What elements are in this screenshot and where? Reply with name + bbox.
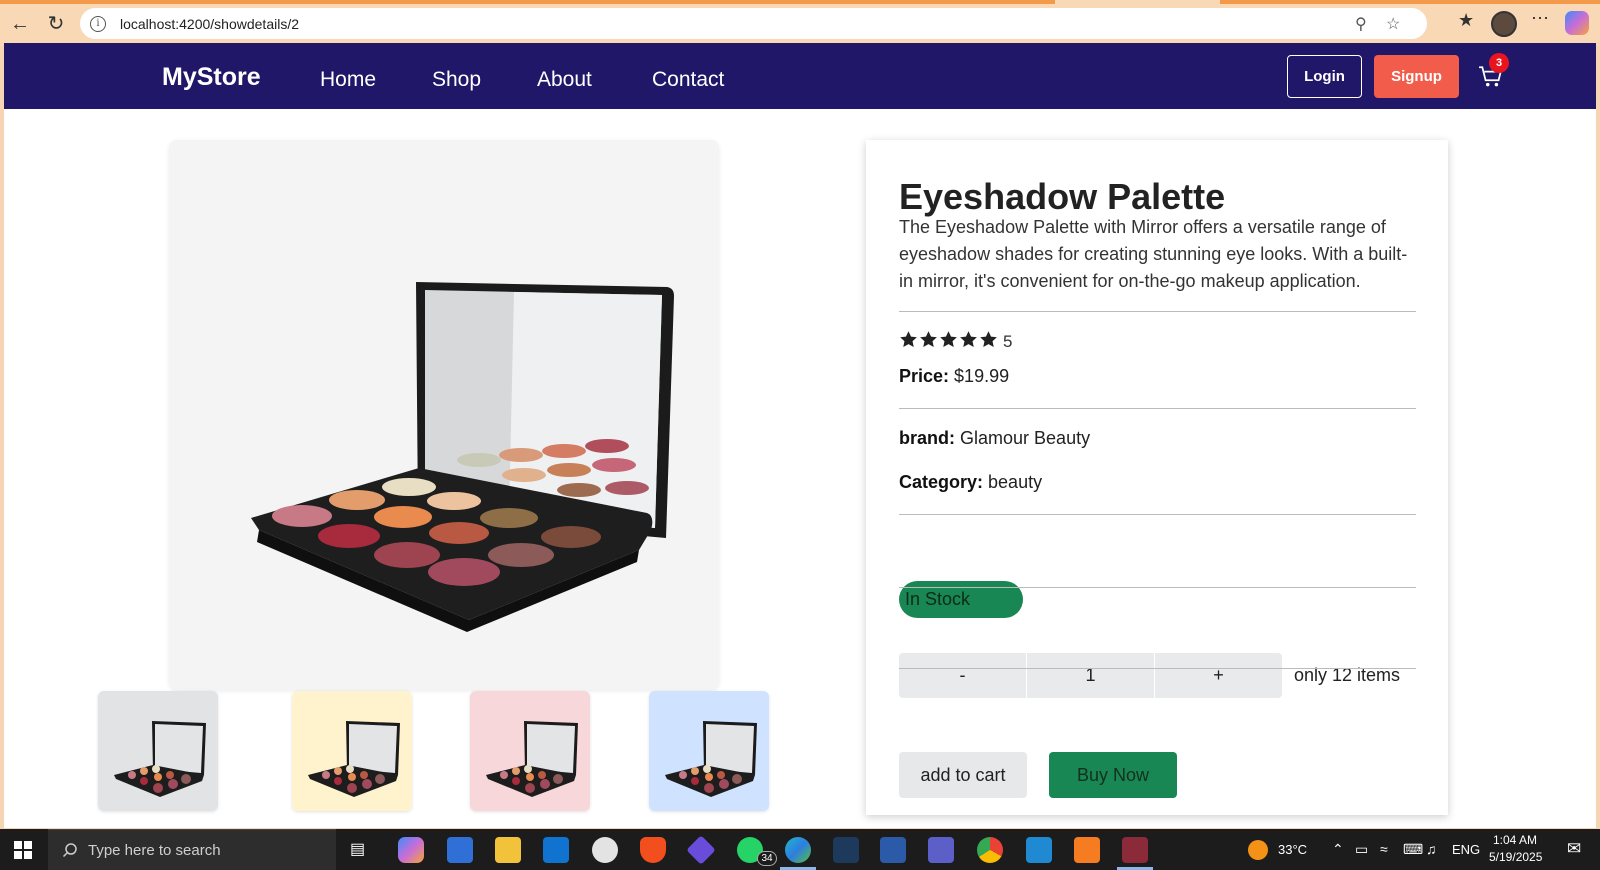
- language-indicator[interactable]: ENG: [1452, 842, 1480, 857]
- sql-server-icon[interactable]: [833, 837, 859, 863]
- thumbnail-4[interactable]: [649, 691, 769, 811]
- star-icon: [900, 331, 917, 348]
- eyeshadow-palette-illustration: [251, 282, 674, 632]
- chrome-icon[interactable]: [977, 837, 1003, 863]
- brave-browser-icon[interactable]: [640, 837, 666, 863]
- word-icon[interactable]: [880, 837, 906, 863]
- whatsapp-unread-badge: 34: [757, 851, 777, 866]
- product-title: Eyeshadow Palette: [899, 176, 1226, 217]
- clock-date[interactable]: 5/19/2025: [1489, 850, 1542, 864]
- cart-count-badge: 3: [1489, 53, 1509, 73]
- more-icon[interactable]: ⋯: [1531, 8, 1549, 29]
- nav-link-home[interactable]: Home: [320, 68, 376, 92]
- address-bar[interactable]: i localhost:4200/showdetails/2 ⚲ ☆: [80, 8, 1427, 39]
- category-row: Category: beauty: [899, 472, 1042, 493]
- favorite-star-icon[interactable]: ☆: [1386, 14, 1400, 34]
- winrar-icon[interactable]: [1122, 837, 1148, 863]
- product-main-image: [169, 140, 719, 690]
- quantity-decrease-button[interactable]: -: [899, 653, 1026, 698]
- copilot-app-icon[interactable]: [398, 837, 424, 863]
- quantity-increase-button[interactable]: +: [1155, 653, 1282, 698]
- buy-now-button[interactable]: Buy Now: [1049, 752, 1177, 798]
- thumbnail-palette-image: [649, 691, 769, 811]
- product-details-card: Eyeshadow Palette The Eyeshadow Palette …: [866, 140, 1448, 815]
- meet-now-icon[interactable]: ▭: [1355, 841, 1368, 858]
- tab-strip-indicator: [0, 0, 1055, 4]
- profile-avatar[interactable]: [1491, 11, 1517, 37]
- price-row: Price: $19.99: [899, 366, 1009, 387]
- login-button[interactable]: Login: [1287, 55, 1362, 98]
- brand-label: brand:: [899, 428, 955, 448]
- task-view-icon[interactable]: ▤: [350, 839, 365, 859]
- favorites-icon[interactable]: ★: [1458, 10, 1474, 31]
- xampp-icon[interactable]: [1074, 837, 1100, 863]
- star-icon: [980, 331, 997, 348]
- thumbnail-3[interactable]: [470, 691, 590, 811]
- weather-temperature[interactable]: 33°C: [1278, 842, 1307, 857]
- price-value: $19.99: [954, 366, 1010, 386]
- divider: [899, 408, 1416, 409]
- back-icon[interactable]: ←: [8, 12, 32, 36]
- tab-strip-indicator: [1220, 0, 1600, 4]
- windows-start-icon[interactable]: [14, 841, 32, 859]
- clock-time[interactable]: 1:04 AM: [1493, 833, 1537, 847]
- search-placeholder: Type here to search: [88, 841, 221, 859]
- file-explorer-icon[interactable]: [495, 837, 521, 863]
- brand-row: brand: Glamour Beauty: [899, 428, 1090, 449]
- rating-stars: [899, 330, 999, 354]
- quantity-input[interactable]: 1: [1027, 653, 1154, 698]
- vscode-icon[interactable]: [1026, 837, 1052, 863]
- signup-button[interactable]: Signup: [1374, 55, 1459, 98]
- thumbnail-palette-image: [98, 691, 218, 811]
- thumbnail-1[interactable]: [98, 691, 218, 811]
- divider: [899, 514, 1416, 515]
- nav-link-contact[interactable]: Contact: [652, 68, 724, 92]
- edge-browser-icon[interactable]: [785, 837, 811, 863]
- browser-toolbar: ← ↻ i localhost:4200/showdetails/2 ⚲ ☆ ★…: [0, 0, 1600, 46]
- add-to-cart-button[interactable]: add to cart: [899, 752, 1027, 798]
- star-icon: [920, 331, 937, 348]
- thumbnail-2[interactable]: [292, 691, 412, 811]
- rating: 5: [899, 330, 1012, 354]
- nav-link-shop[interactable]: Shop: [432, 68, 481, 92]
- star-icon: [940, 331, 957, 348]
- teams-icon[interactable]: [928, 837, 954, 863]
- divider: [899, 587, 1416, 588]
- weather-sun-icon[interactable]: [1248, 840, 1268, 860]
- notifications-icon[interactable]: ✉: [1567, 839, 1581, 859]
- nav-link-about[interactable]: About: [537, 68, 592, 92]
- volume-icon[interactable]: ♫: [1426, 841, 1437, 857]
- category-value: beauty: [988, 472, 1043, 492]
- brand-value: Glamour Beauty: [960, 428, 1091, 448]
- navbar: MyStore Home Shop About Contact Login Si…: [4, 43, 1596, 109]
- thumbnail-palette-image: [470, 691, 590, 811]
- thumbnail-palette-image: [292, 691, 412, 811]
- paint-icon[interactable]: [592, 837, 618, 863]
- divider: [899, 668, 1416, 669]
- taskbar-search[interactable]: Type here to search: [48, 829, 336, 870]
- zoom-icon[interactable]: ⚲: [1355, 14, 1367, 34]
- star-icon: [960, 331, 977, 348]
- microsoft-store-icon[interactable]: [447, 837, 473, 863]
- git-client-icon[interactable]: [686, 835, 716, 865]
- app-viewport: MyStore Home Shop About Contact Login Si…: [4, 43, 1596, 828]
- windows-taskbar: Type here to search ▤ 33°C ⌃ ▭ ≈ ⌨ ♫ ENG…: [0, 829, 1600, 870]
- copilot-icon[interactable]: [1565, 11, 1589, 35]
- info-icon[interactable]: i: [90, 15, 106, 32]
- outlook-icon[interactable]: [543, 837, 569, 863]
- price-label: Price:: [899, 366, 950, 386]
- url-text: localhost:4200/showdetails/2: [120, 15, 300, 32]
- category-label: Category:: [899, 472, 984, 492]
- product-description: The Eyeshadow Palette with Mirror offers…: [899, 217, 1408, 291]
- search-icon: [62, 843, 77, 858]
- divider: [899, 311, 1416, 312]
- chevron-up-icon[interactable]: ⌃: [1332, 841, 1344, 858]
- rating-value: 5: [1003, 332, 1013, 351]
- refresh-icon[interactable]: ↻: [44, 12, 68, 36]
- brand-logo[interactable]: MyStore: [162, 63, 261, 92]
- ime-icon[interactable]: ⌨: [1403, 841, 1423, 858]
- wifi-icon[interactable]: ≈: [1380, 841, 1388, 857]
